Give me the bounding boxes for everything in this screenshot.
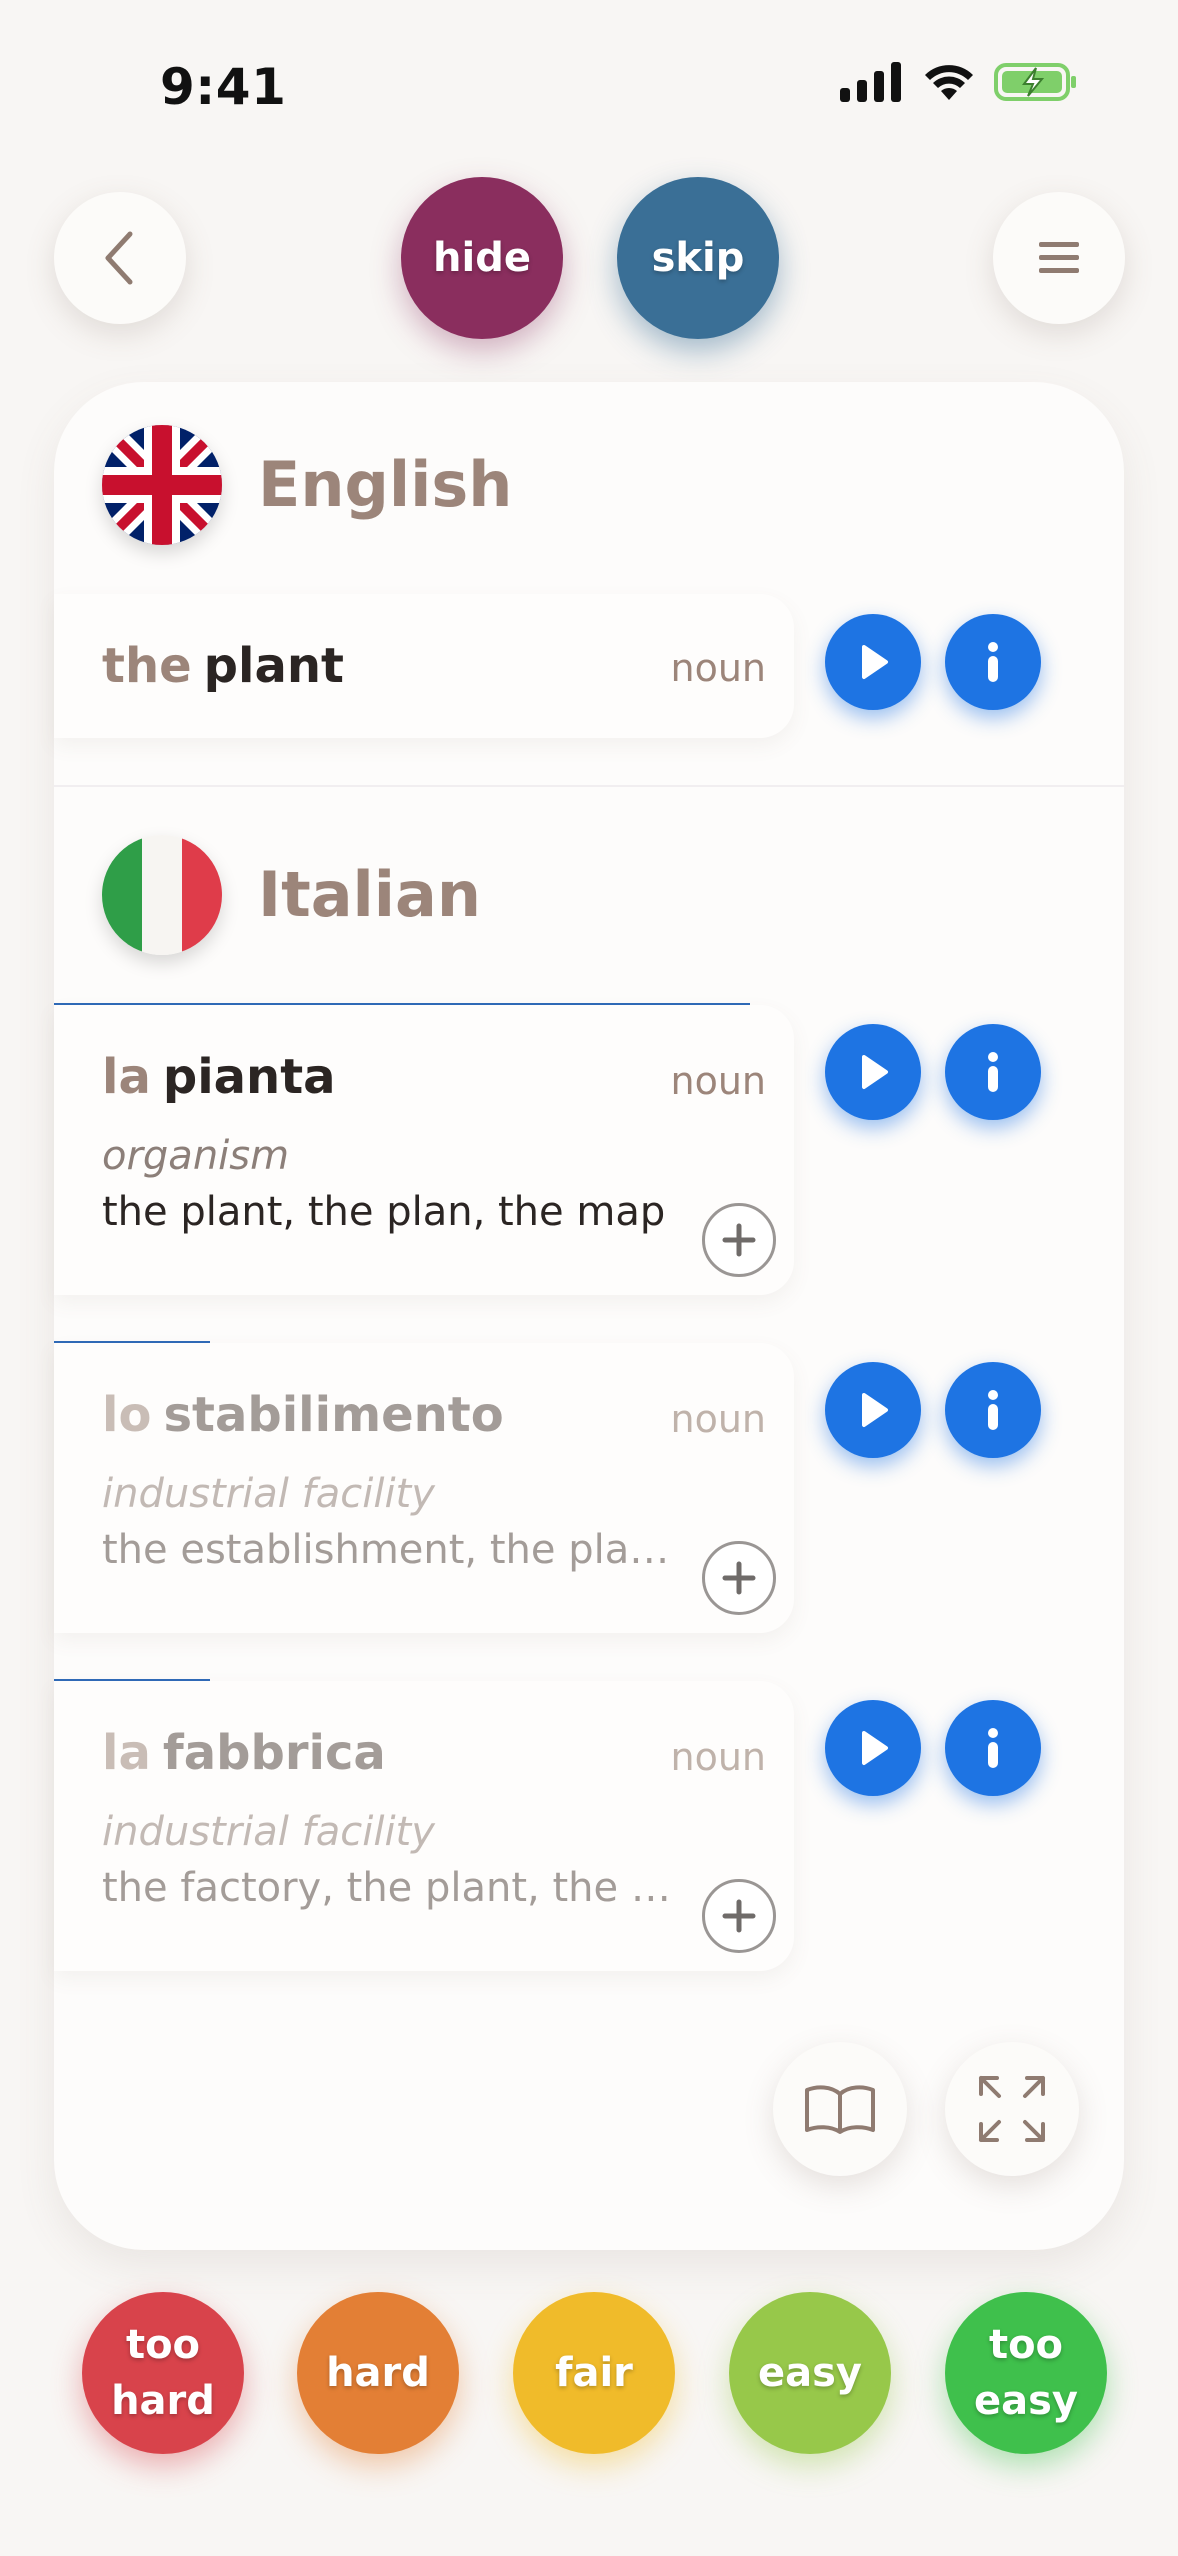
entry-1-add-button[interactable] [702,1203,776,1277]
source-language-title: English [258,448,513,521]
italy-flag-icon [102,835,222,955]
signal-icon [840,62,901,102]
info-icon [988,642,998,682]
entry-3-article: la [102,1725,151,1781]
too-easy-button[interactable]: too easy [945,2292,1107,2454]
wifi-icon [925,65,973,100]
menu-icon [1039,242,1079,273]
hide-button[interactable]: hide [401,177,563,339]
back-button[interactable] [54,192,186,324]
entry-2-pos: noun [670,1397,766,1441]
target-entry-2[interactable]: lo stabilimento noun industrial facility … [54,1343,794,1633]
hard-button[interactable]: hard [297,2292,459,2454]
entry-2-article: lo [102,1387,152,1443]
expand-icon [979,2076,1045,2142]
info-icon [988,1052,998,1092]
chevron-left-icon [105,231,133,285]
source-article: the [102,638,192,694]
section-divider [54,785,1124,787]
entry-3-gloss: the factory, the plant, the wo... [102,1865,672,1911]
battery-charging-icon [994,63,1076,101]
plus-icon [722,1561,756,1595]
target-language-title: Italian [258,858,482,931]
entry-1-sense: organism [102,1133,290,1179]
entry-1-info-button[interactable] [945,1024,1041,1120]
entry-3-word: fabbrica [162,1725,386,1781]
easy-button[interactable]: easy [729,2292,891,2454]
source-info-button[interactable] [945,614,1041,710]
entry-3-play-button[interactable] [825,1700,921,1796]
skip-button[interactable]: skip [617,177,779,339]
entry-3-info-button[interactable] [945,1700,1041,1796]
info-icon [988,1390,998,1430]
entry-3-add-button[interactable] [702,1879,776,1953]
source-pos: noun [670,646,766,690]
book-open-icon [805,2085,875,2134]
entry-2-add-button[interactable] [702,1541,776,1615]
play-icon [862,645,888,679]
target-entry-3[interactable]: la fabbrica noun industrial facility the … [54,1681,794,1971]
play-icon [862,1055,888,1089]
entry-1-article: la [102,1049,151,1105]
fair-button[interactable]: fair [513,2292,675,2454]
entry-2-word: stabilimento [163,1387,504,1443]
entry-1-word: pianta [162,1049,336,1105]
status-icons [840,62,1078,102]
plus-icon [722,1899,756,1933]
too-hard-button[interactable]: too hard [82,2292,244,2454]
info-icon [988,1728,998,1768]
entry-1-play-button[interactable] [825,1024,921,1120]
source-entry[interactable]: the plant noun [54,594,794,738]
status-time: 9:41 [160,58,287,116]
source-play-button[interactable] [825,614,921,710]
play-icon [862,1393,888,1427]
entry-3-sense: industrial facility [102,1809,435,1855]
source-word: plant [203,638,344,694]
entry-1-pos: noun [670,1059,766,1103]
uk-flag-icon [102,425,222,545]
entry-2-info-button[interactable] [945,1362,1041,1458]
entry-1-gloss: the plant, the plan, the map [102,1189,666,1235]
dictionary-button[interactable] [773,2042,907,2176]
expand-button[interactable] [945,2042,1079,2176]
play-icon [862,1731,888,1765]
target-entry-1[interactable]: la pianta noun organism the plant, the pl… [54,1005,794,1295]
entry-2-play-button[interactable] [825,1362,921,1458]
menu-button[interactable] [993,192,1125,324]
plus-icon [722,1223,756,1257]
entry-2-sense: industrial facility [102,1471,435,1517]
entry-2-gloss: the establishment, the plant,... [102,1527,672,1573]
entry-3-pos: noun [670,1735,766,1779]
